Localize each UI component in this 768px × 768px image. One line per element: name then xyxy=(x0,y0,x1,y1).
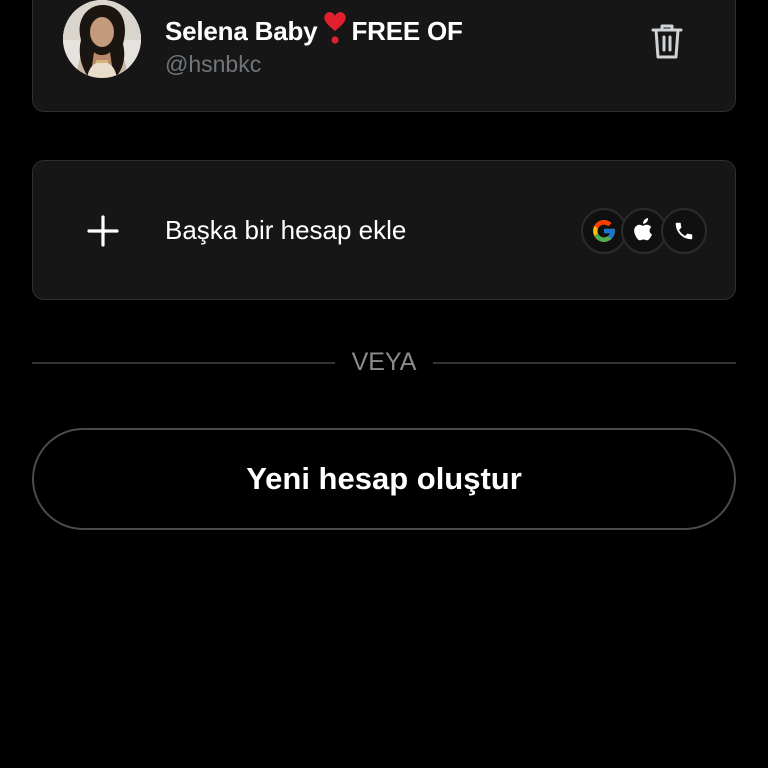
display-name-text: Selena Baby xyxy=(165,16,318,46)
delete-account-button[interactable] xyxy=(645,21,689,65)
phone-icon xyxy=(661,208,707,254)
create-account-button[interactable]: Yeni hesap oluştur xyxy=(32,428,736,530)
login-provider-icons xyxy=(581,208,707,254)
display-name-suffix: FREE OF xyxy=(351,16,463,46)
display-name: Selena Baby FREE OF xyxy=(165,11,463,52)
add-account-card[interactable]: Başka bir hesap ekle xyxy=(32,160,736,300)
divider-left xyxy=(32,362,335,364)
heart-exclamation-icon xyxy=(323,11,347,52)
add-account-label: Başka bir hesap ekle xyxy=(165,215,407,245)
account-card[interactable]: Selena Baby FREE OF @hsnbkc xyxy=(32,0,736,112)
avatar xyxy=(63,0,141,78)
divider-right xyxy=(433,362,736,364)
create-account-label: Yeni hesap oluştur xyxy=(246,461,522,496)
username: @hsnbkc xyxy=(165,51,262,77)
plus-icon xyxy=(83,211,123,251)
trash-icon xyxy=(650,22,684,65)
or-separator-text: VEYA xyxy=(351,348,417,376)
